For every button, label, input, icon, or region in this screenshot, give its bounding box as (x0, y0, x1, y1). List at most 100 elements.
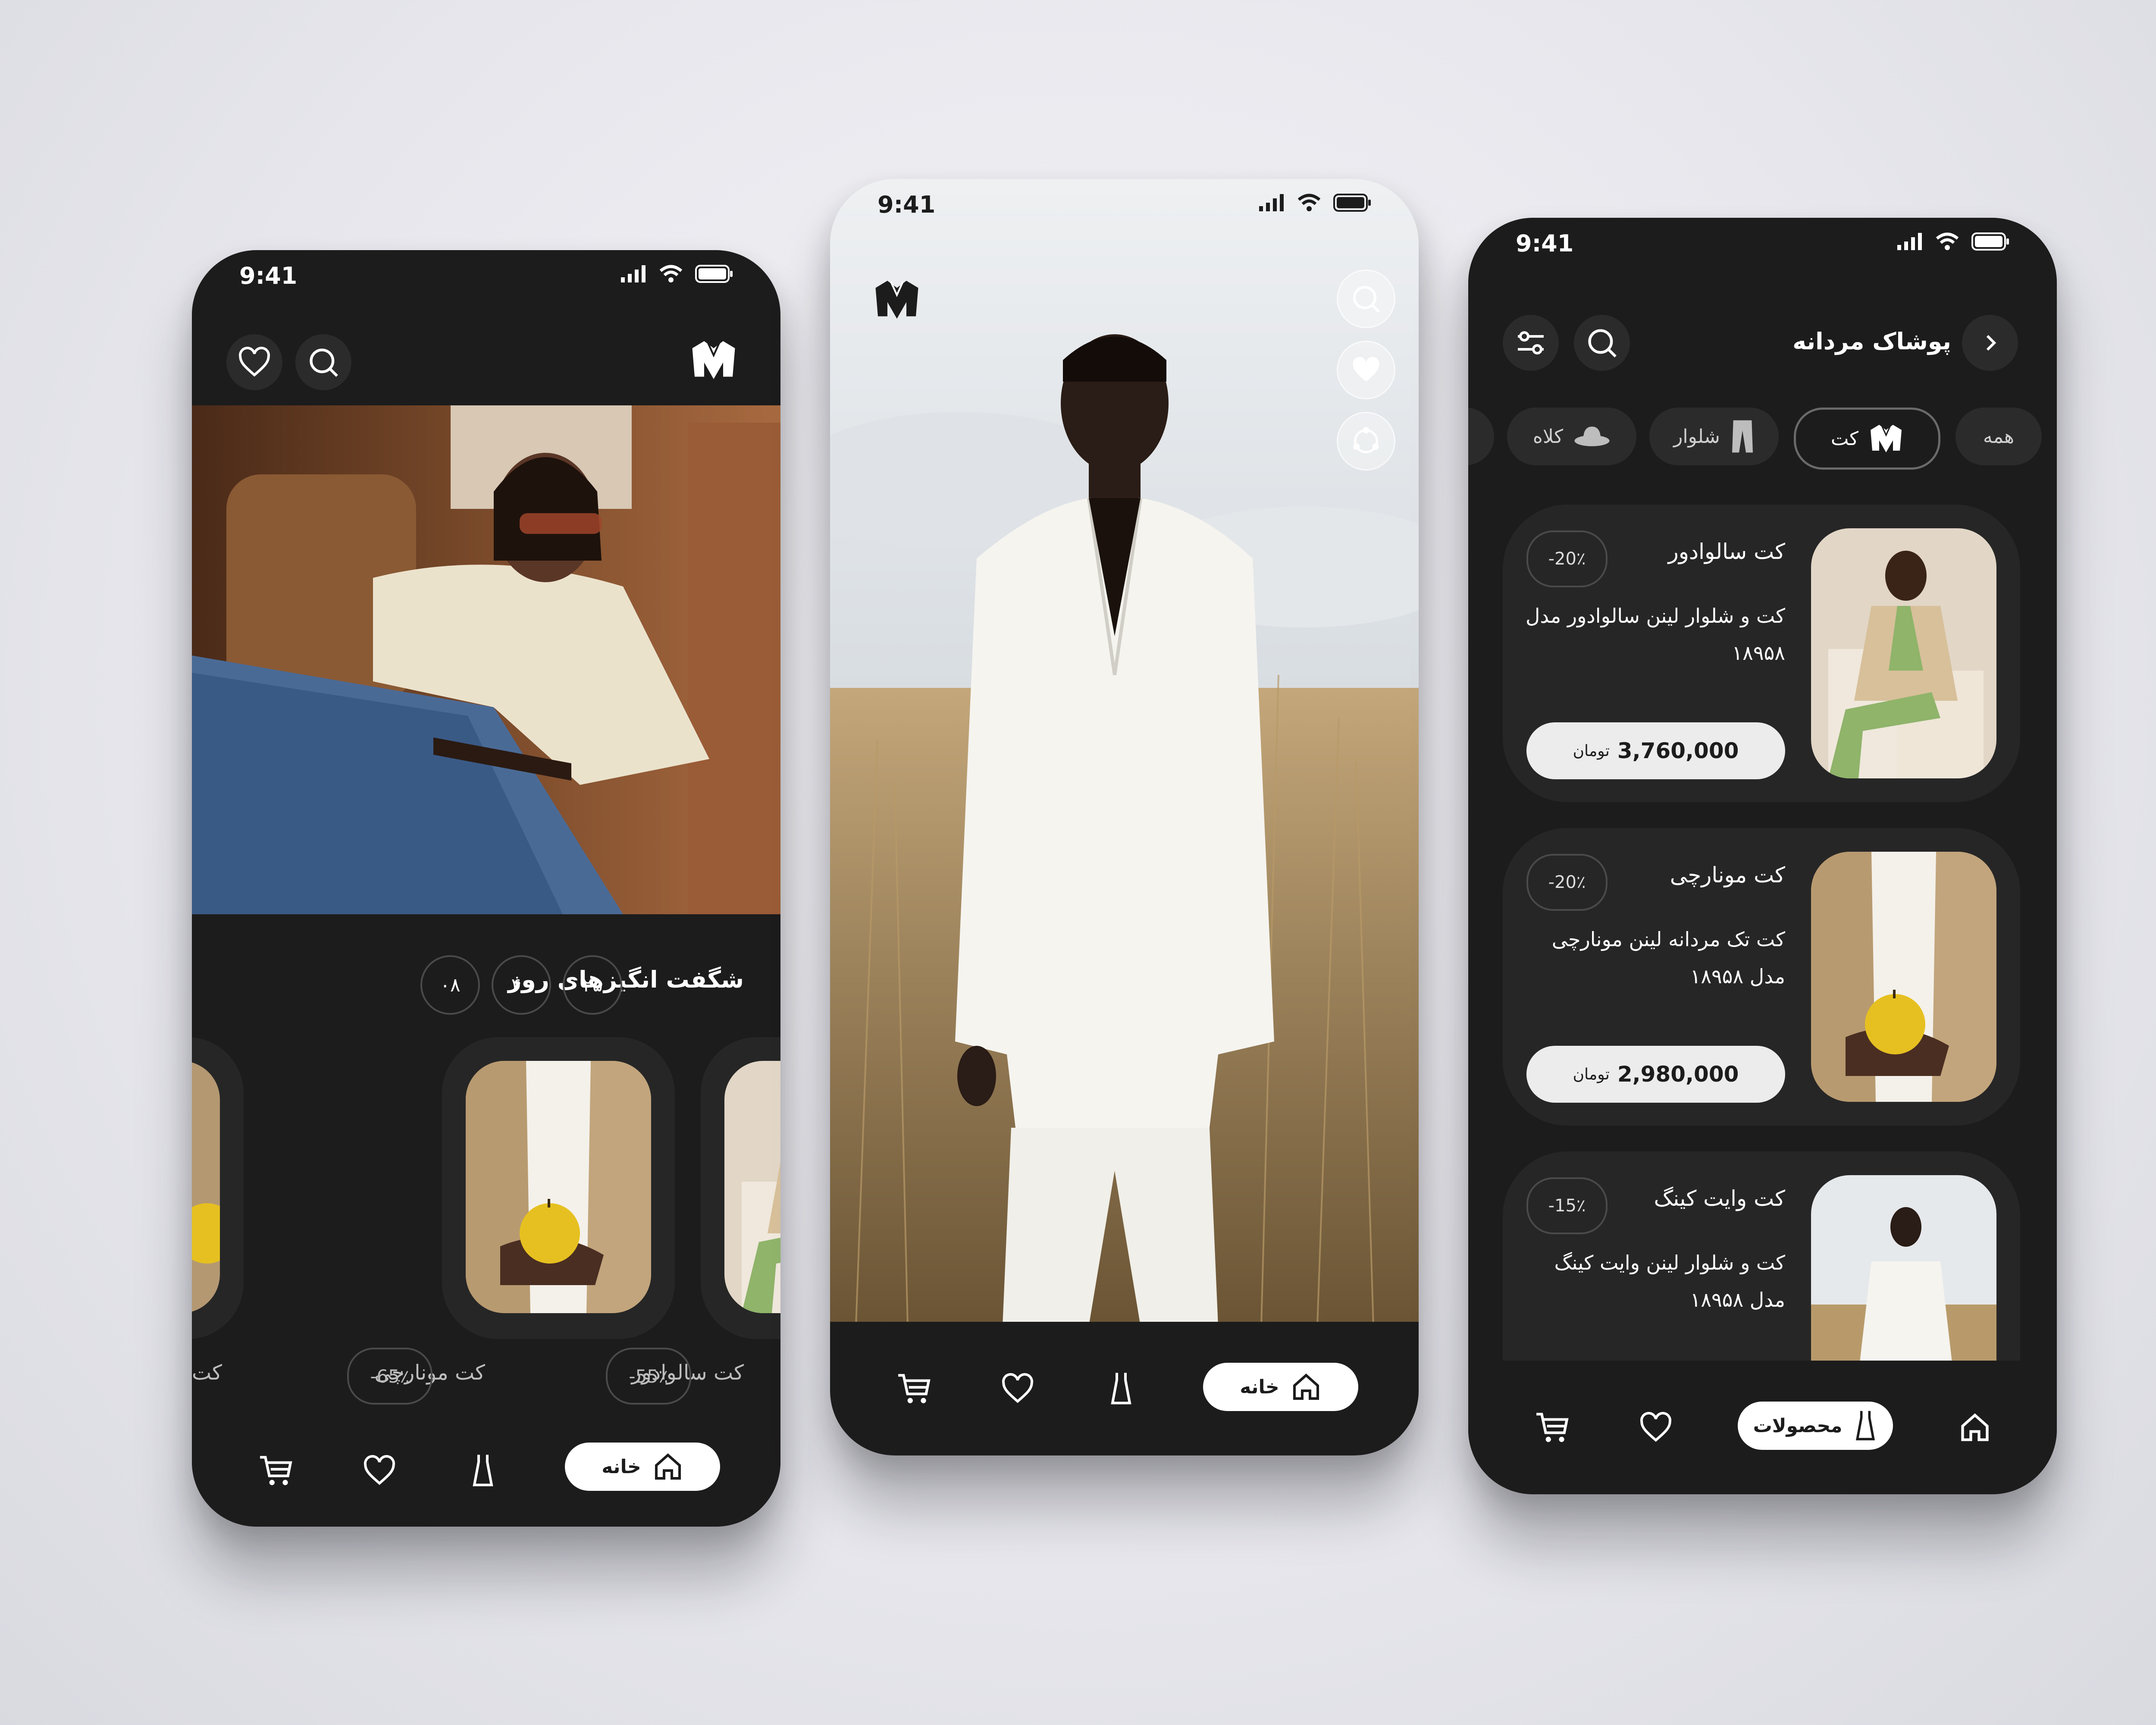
price-button[interactable]: تومان 2,980,000 (1526, 1046, 1785, 1103)
status-icons (1897, 232, 2009, 251)
currency-label: تومان (1573, 742, 1610, 760)
category-chips: همه کت شلوار کلاه (1468, 408, 2057, 470)
home-icon (1293, 1373, 1319, 1400)
dress-icon (1856, 1411, 1875, 1440)
products-nav-button[interactable] (1100, 1367, 1143, 1410)
chevron-right-icon (1986, 335, 1996, 351)
carousel-card[interactable] (701, 1037, 780, 1339)
filter-button[interactable] (1503, 315, 1559, 371)
products-nav-label: محصولات (1753, 1414, 1843, 1437)
signal-icon (1259, 194, 1284, 211)
chip-all[interactable]: همه (1955, 408, 2042, 465)
chip-label: کت (1830, 427, 1859, 450)
cart-icon (260, 1456, 292, 1485)
battery-icon (1333, 194, 1371, 212)
jacket-logo-icon (692, 341, 735, 379)
home-nav-label: خانه (1240, 1376, 1279, 1398)
center-phone: 9:41 خانه (830, 179, 1419, 1455)
battery-icon (695, 265, 733, 283)
favorites-button[interactable] (226, 334, 282, 390)
search-icon (1588, 329, 1617, 358)
wifi-icon (659, 265, 683, 282)
product-description: کت و شلوار لینن سالوادور مدل ۱۸۹۵۸ (1526, 604, 1785, 665)
favorites-nav-button[interactable] (358, 1449, 401, 1492)
discount-badge: -20٪ (1526, 854, 1608, 911)
cart-icon (898, 1374, 931, 1403)
signal-icon (621, 265, 646, 282)
chip-label: همه (1983, 425, 2015, 448)
heart-icon (1002, 1373, 1033, 1403)
cart-icon (1536, 1413, 1569, 1442)
dress-icon (473, 1455, 493, 1487)
product-name: کت مونارچی (1670, 862, 1785, 888)
home-icon (1961, 1413, 1989, 1441)
favorite-button[interactable] (1337, 341, 1395, 399)
discount-badge: -65٪ (347, 1348, 432, 1405)
bottom-nav: خانه (830, 1322, 1419, 1455)
share-icon (1353, 427, 1379, 453)
home-nav-button[interactable]: خانه (1203, 1363, 1358, 1411)
back-button[interactable] (1962, 315, 2018, 371)
carousel-card[interactable] (442, 1037, 675, 1339)
heart-icon (364, 1455, 395, 1485)
products-nav-button[interactable] (461, 1449, 505, 1492)
hero-photo-illustration (192, 405, 780, 914)
hero-photo-illustration (830, 179, 1419, 1326)
jacket-logo-icon (875, 281, 918, 319)
cart-button[interactable] (893, 1367, 936, 1410)
home-nav-button[interactable]: خانه (565, 1443, 720, 1491)
chip-pants[interactable]: شلوار (1649, 408, 1779, 465)
search-button[interactable] (1574, 315, 1630, 371)
favorites-nav-button[interactable] (1634, 1406, 1677, 1449)
search-icon (1353, 286, 1380, 313)
product-description: کت و شلوار لینن وایت کینگ مدل ۱۸۹۵۸ (1554, 1251, 1785, 1311)
chip-label: شلوار (1673, 425, 1720, 448)
cart-button[interactable] (254, 1449, 298, 1492)
discount-badge: -20٪ (1526, 530, 1608, 587)
hero-image[interactable] (830, 179, 1419, 1326)
home-icon (655, 1453, 681, 1480)
price-value: 3,760,000 (1617, 738, 1739, 763)
chip-more[interactable] (1468, 408, 1494, 465)
wifi-icon (1297, 194, 1321, 211)
discount-badge: -55٪ (606, 1348, 691, 1405)
product-image (466, 1061, 651, 1313)
jacket-icon (1871, 425, 1902, 452)
heart-filled-icon (1353, 357, 1379, 382)
countdown-minutes: ۴۰ (492, 955, 551, 1015)
price-button[interactable]: تومان 3,760,000 (1526, 722, 1785, 779)
status-time: 9:41 (239, 262, 298, 289)
status-icons (1259, 194, 1371, 212)
countdown-seconds: ۰۸ (420, 955, 480, 1015)
product-image (192, 1061, 220, 1313)
signal-icon (1897, 233, 1922, 250)
product-name: کت سالوادور (1668, 539, 1785, 564)
favorites-nav-button[interactable] (996, 1367, 1039, 1410)
home-nav-button[interactable] (1953, 1406, 1996, 1449)
search-button[interactable] (1337, 270, 1395, 328)
heart-icon (1640, 1412, 1671, 1442)
home-nav-label: خانه (602, 1455, 641, 1478)
chip-label: کلاه (1532, 425, 1564, 448)
chip-hat[interactable]: کلاه (1507, 408, 1636, 465)
cart-button[interactable] (1531, 1406, 1574, 1449)
dress-icon (1111, 1373, 1131, 1405)
filter-icon (1518, 331, 1544, 354)
countdown-hours: ۲۵ (563, 955, 622, 1015)
search-icon (310, 348, 338, 377)
search-button[interactable] (295, 334, 351, 390)
product-name: کت وایت کینگ (1654, 1186, 1785, 1211)
share-button[interactable] (1337, 412, 1395, 470)
wifi-icon (1936, 232, 1959, 250)
status-icons (621, 265, 733, 283)
products-nav-button[interactable]: محصولات (1738, 1402, 1893, 1450)
hero-image[interactable] (192, 405, 780, 914)
right-phone: 9:41 پوشاک مردانه همه کت شلوار کلاه کت س… (1468, 218, 2057, 1494)
status-bar: 9:41 (1468, 218, 2057, 261)
product-card[interactable]: کت سالوادور -20٪ کت و شلوار لینن سالوادو… (1503, 505, 2020, 802)
product-image (1811, 528, 1996, 778)
product-card[interactable]: کت مونارچی -20٪ کت تک مردانه لینن مونارچ… (1503, 828, 2020, 1126)
discount-badge: -15٪ (1526, 1177, 1608, 1234)
chip-jacket[interactable]: کت (1794, 408, 1940, 470)
carousel-card[interactable] (192, 1037, 244, 1339)
